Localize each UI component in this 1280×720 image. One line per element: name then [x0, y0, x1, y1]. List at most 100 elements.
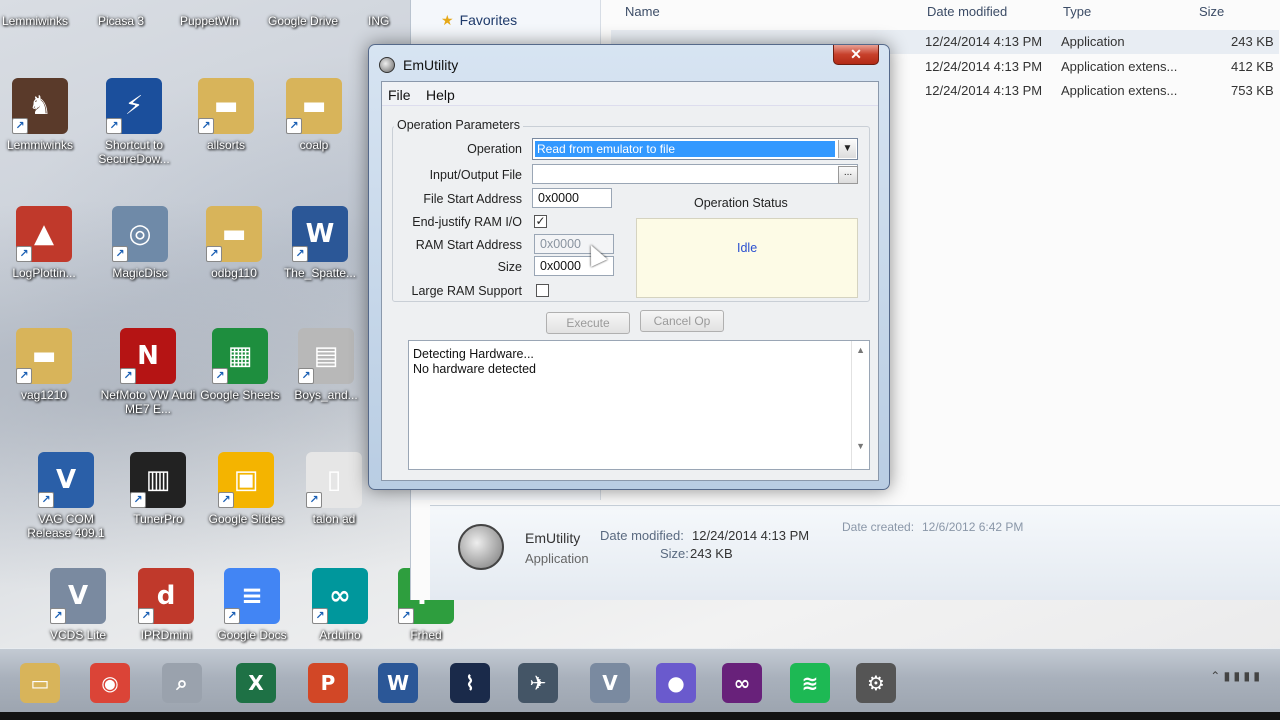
desktop-icon-label: VAG COM Release 409.1 [27, 512, 105, 540]
desktop-icon-label: TunerPro [133, 512, 183, 526]
diet-icon: d ↗ [138, 568, 194, 624]
desktop-icon-label: MagicDisc [112, 266, 168, 280]
powerpoint-icon[interactable]: P [308, 663, 348, 703]
desktop-icon[interactable]: ▤ ↗ Boys_and... [278, 328, 374, 402]
plane-icon[interactable]: ✈ [518, 663, 558, 703]
desktop-icon[interactable]: ♞ ↗ Lemmiwinks [0, 78, 88, 152]
menu-help[interactable]: Help [426, 87, 455, 103]
desktop-icon[interactable]: ▣ ↗ Google Slides [198, 452, 294, 526]
pdf-icon: ▤ ↗ [298, 328, 354, 384]
file-start-input[interactable]: 0x0000 [532, 188, 612, 208]
desktop-icon[interactable]: N ↗ NefMoto VW Audi ME7 E... [100, 328, 196, 416]
word-icon[interactable]: W [378, 663, 418, 703]
column-header-type[interactable]: Type [1063, 4, 1091, 19]
log-scrollbar[interactable]: ▲ ▼ [851, 341, 869, 469]
file-size: 753 KB [1231, 83, 1274, 98]
favorites-label: Favorites [459, 12, 518, 28]
browse-button[interactable]: ... [838, 166, 858, 184]
log-line: No hardware detected [413, 362, 536, 376]
window-title: EmUtility [403, 57, 459, 73]
gear-icon[interactable]: ⚙ [856, 663, 896, 703]
desktop-icon-label: Boys_and... [294, 388, 358, 402]
column-header-name[interactable]: Name [625, 4, 660, 19]
spotify-icon[interactable]: ≋ [790, 663, 830, 703]
desktop-icon-label[interactable]: ING [368, 14, 389, 28]
desktop-icon[interactable]: V ↗ VCDS Lite [30, 568, 126, 642]
end-justify-label: End-justify RAM I/O [412, 215, 522, 229]
scroll-down-icon[interactable]: ▼ [856, 441, 865, 451]
column-header-date[interactable]: Date modified [927, 4, 1007, 19]
app-icon [379, 57, 395, 73]
desktop-icon[interactable]: ⚡ ↗ Shortcut to SecureDow... [86, 78, 182, 166]
sheets-icon: ▦ ↗ [212, 328, 268, 384]
word-doc-icon: W ↗ [292, 206, 348, 262]
details-file-name: EmUtility [525, 530, 581, 546]
shortcut-arrow-icon: ↗ [218, 492, 234, 508]
execute-button[interactable]: Execute [546, 312, 630, 334]
log-output[interactable]: Detecting Hardware... No hardware detect… [408, 340, 870, 470]
operation-status-heading: Operation Status [694, 196, 788, 210]
desktop-icon[interactable]: ▬ ↗ allsorts [178, 78, 274, 152]
column-header-size[interactable]: Size [1199, 4, 1224, 19]
file-date: 12/24/2014 4:13 PM [925, 59, 1043, 74]
desktop-icon[interactable]: ▬ ↗ vag1210 [0, 328, 92, 402]
desktop-icon[interactable]: ▦ ↗ Google Sheets [192, 328, 288, 402]
desktop-icon[interactable]: ▬ ↗ coalp [266, 78, 362, 152]
desktop-icon-label[interactable]: PuppetWin [180, 14, 239, 28]
desktop-icon[interactable]: ▬ ↗ odbg110 [186, 206, 282, 280]
star-icon: ★ [441, 12, 454, 28]
menu-bar: File Help [382, 82, 878, 106]
folder-icon: ▬ ↗ [286, 78, 342, 134]
vs-icon[interactable]: ∞ [722, 663, 762, 703]
desktop-icon-label: odbg110 [211, 266, 257, 280]
shortcut-arrow-icon: ↗ [138, 608, 154, 624]
cancel-op-button[interactable]: Cancel Op [640, 310, 724, 332]
desktop-icon-label[interactable]: Picasa 3 [98, 14, 144, 28]
folder-icon: ▬ ↗ [206, 206, 262, 262]
shortcut-arrow-icon: ↗ [198, 118, 214, 134]
operation-label: Operation [467, 142, 522, 156]
end-justify-checkbox[interactable]: ✓ [534, 215, 547, 228]
close-button[interactable]: ✕ [833, 45, 879, 65]
large-ram-checkbox[interactable] [536, 284, 549, 297]
chevron-down-icon[interactable]: ▼ [838, 140, 856, 158]
io-file-input[interactable] [532, 164, 858, 184]
desktop-icon-label: Google Sheets [200, 388, 280, 402]
shortcut-arrow-icon: ↗ [292, 246, 308, 262]
chrome-icon[interactable]: ◉ [90, 663, 130, 703]
desktop-icon[interactable]: W ↗ The_Spatte... [272, 206, 368, 280]
favorites-item[interactable]: ★ Favorites [441, 12, 517, 29]
folder-icon[interactable]: ▭ [20, 663, 60, 703]
desktop-icon-label[interactable]: Google Drive [268, 14, 338, 28]
desktop-icon[interactable]: ≡ ↗ Google Docs [204, 568, 300, 642]
disc-icon: ◎ ↗ [112, 206, 168, 262]
system-tray[interactable]: ⌃ ▮ ▮ ▮ ▮ [1210, 669, 1260, 683]
chart-icon[interactable]: ⌇ [450, 663, 490, 703]
desktop-icon[interactable]: V ↗ VAG COM Release 409.1 [18, 452, 114, 540]
orb-icon[interactable]: ● [656, 663, 696, 703]
taskbar: ▭ ◉ ⌕ X P W ⌇ ✈ V ● ∞ ≋ ⚙ ⌃ ▮ ▮ ▮ ▮ [0, 648, 1280, 720]
operation-selected-value: Read from emulator to file [535, 141, 835, 157]
shortcut-arrow-icon: ↗ [16, 368, 32, 384]
desktop-icon[interactable]: ∞ ↗ Arduino [292, 568, 388, 642]
tractor-icon: ▲ ↗ [16, 206, 72, 262]
desktop-icon[interactable]: ◎ ↗ MagicDisc [92, 206, 188, 280]
large-ram-label: Large RAM Support [411, 284, 522, 298]
menu-file[interactable]: File [388, 87, 411, 103]
magnifier-icon[interactable]: ⌕ [162, 663, 202, 703]
desktop-icon-label: The_Spatte... [283, 266, 357, 280]
desktop-icon[interactable]: ▥ ↗ TunerPro [110, 452, 206, 526]
desktop-icon-label[interactable]: Lemmiwinks [2, 14, 68, 28]
desktop-icon-label: Shortcut to SecureDow... [98, 138, 170, 166]
arduino-icon: ∞ ↗ [312, 568, 368, 624]
title-bar[interactable]: EmUtility ✕ [369, 45, 889, 79]
desktop-icon[interactable]: d ↗ IPRDmini [118, 568, 214, 642]
excel-icon[interactable]: X [236, 663, 276, 703]
scroll-up-icon[interactable]: ▲ [856, 345, 865, 355]
shortcut-arrow-icon: ↗ [286, 118, 302, 134]
operation-dropdown[interactable]: Read from emulator to file ▼ [532, 138, 858, 160]
monitor-bezel [0, 712, 1280, 720]
vcds-icon[interactable]: V [590, 663, 630, 703]
shortcut-arrow-icon: ↗ [50, 608, 66, 624]
desktop-icon[interactable]: ▲ ↗ LogPlottin... [0, 206, 92, 280]
